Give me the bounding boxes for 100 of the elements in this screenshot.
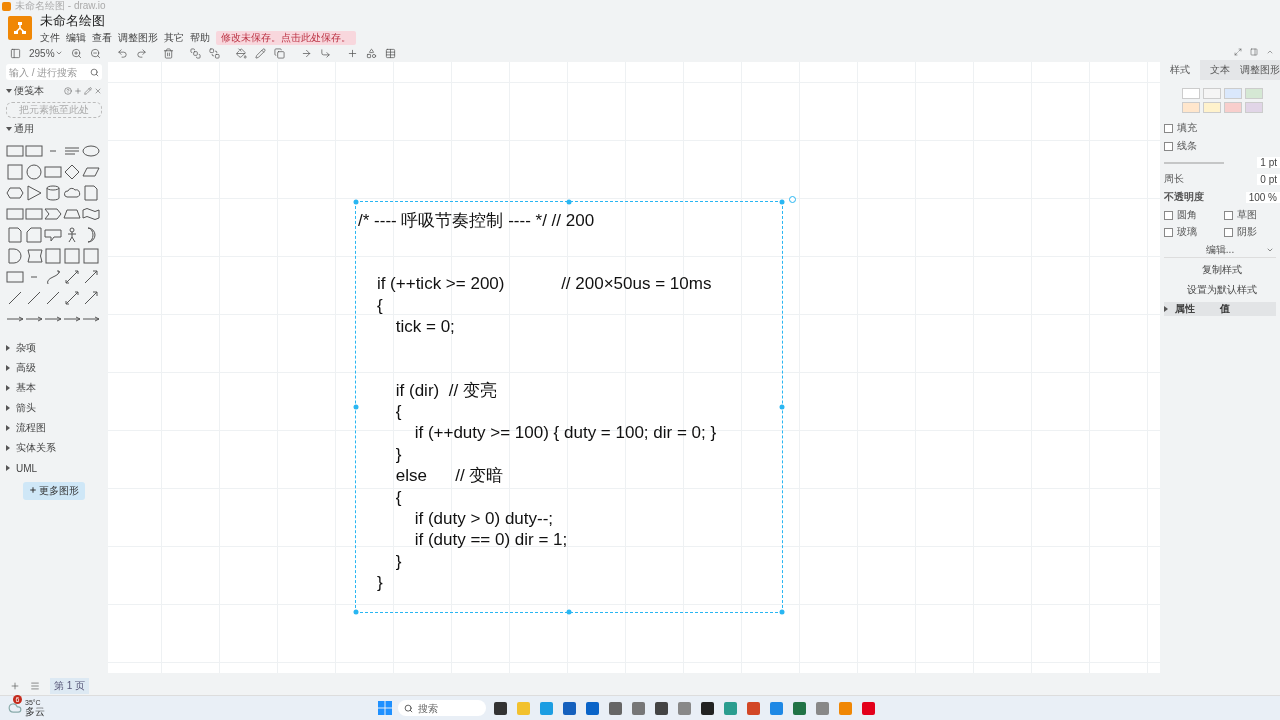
edit-icon[interactable] (84, 87, 92, 95)
table-icon[interactable] (384, 47, 396, 59)
diamond-icon[interactable] (63, 163, 81, 181)
style-swatch[interactable] (1202, 88, 1221, 99)
style-swatch[interactable] (1223, 102, 1242, 113)
resize-handle[interactable] (566, 199, 572, 205)
menu-item[interactable]: 帮助 (190, 30, 210, 45)
add-page-icon[interactable] (10, 681, 20, 691)
panel-tab[interactable]: 文本 (1200, 60, 1240, 80)
taskbar-search-field[interactable]: 搜索 (398, 700, 486, 716)
zoom-dropdown[interactable]: 295% (29, 47, 63, 59)
zoom-in-icon[interactable] (70, 47, 82, 59)
menu-item[interactable]: 编辑 (66, 30, 86, 45)
style-swatch[interactable] (1202, 102, 1221, 113)
ellipse-icon[interactable] (82, 142, 100, 160)
callout-icon[interactable] (44, 226, 62, 244)
square-icon[interactable] (6, 163, 24, 181)
section-title[interactable]: 通用 (14, 122, 34, 136)
hexagon-icon[interactable] (6, 184, 24, 202)
to-back-icon[interactable] (208, 47, 220, 59)
style-swatch[interactable] (1223, 88, 1242, 99)
shapes-icon[interactable] (365, 47, 377, 59)
fullscreen-icon[interactable] (1234, 48, 1242, 56)
fill-color-icon[interactable] (235, 47, 247, 59)
rectangle-icon[interactable] (6, 205, 24, 223)
double-arrow-icon[interactable] (63, 268, 81, 286)
curve-arrow-icon[interactable] (44, 268, 62, 286)
app-icon[interactable] (655, 701, 668, 715)
search-icon[interactable] (90, 67, 99, 77)
shadow-icon[interactable] (273, 47, 285, 59)
unsaved-notice[interactable]: 修改未保存。点击此处保存。 (216, 30, 356, 45)
checkbox[interactable] (1164, 227, 1173, 237)
menu-item[interactable]: 其它 (164, 30, 184, 45)
arrow-icon[interactable] (82, 289, 100, 307)
copy-style-button[interactable]: 复制样式 (1164, 262, 1280, 278)
style-swatch[interactable] (1181, 88, 1200, 99)
start-icon[interactable] (378, 701, 392, 715)
style-swatch[interactable] (1244, 102, 1263, 113)
page-tab[interactable]: 第 1 页 (50, 678, 90, 694)
app-icon[interactable] (701, 701, 714, 715)
menu-item[interactable]: 调整图形 (118, 30, 158, 45)
undo-icon[interactable] (116, 47, 128, 59)
checkbox[interactable] (1164, 210, 1173, 220)
delete-icon[interactable] (162, 47, 174, 59)
chevron-down-icon[interactable] (1266, 246, 1274, 254)
checkbox[interactable] (1223, 210, 1233, 220)
circle-icon[interactable] (25, 163, 43, 181)
chevron-down-icon[interactable] (54, 49, 63, 57)
shape-search-field[interactable]: 输入 / 进行搜索 (6, 64, 102, 80)
insert-icon[interactable] (346, 47, 358, 59)
category-title[interactable]: 流程图 (16, 421, 46, 435)
sidebar-toggle-icon[interactable] (10, 47, 21, 59)
document-title[interactable]: 未命名绘图 (40, 11, 356, 30)
more-shapes-button[interactable]: 更多图形 (22, 482, 86, 500)
category-title[interactable]: 箭头 (16, 401, 36, 415)
set-default-style-button[interactable]: 设置为默认样式 (1164, 282, 1280, 298)
rotate-handle[interactable] (789, 196, 796, 203)
resize-handle[interactable] (779, 404, 785, 410)
pages-menu-icon[interactable] (30, 681, 40, 691)
opacity-field[interactable]: 100 % (1245, 191, 1280, 203)
resize-handle[interactable] (566, 609, 572, 615)
connection-icon[interactable] (300, 47, 312, 59)
checkbox[interactable] (1223, 227, 1233, 237)
category-title[interactable]: 基本 (16, 381, 36, 395)
cloud-icon[interactable] (8, 701, 22, 715)
line-icon[interactable] (6, 289, 24, 307)
category-title[interactable]: 实体关系 (16, 441, 56, 455)
triangle-icon[interactable] (25, 184, 43, 202)
search-icon[interactable] (404, 704, 413, 713)
line-width-field[interactable]: 1 pt (1257, 157, 1280, 168)
rectangle-icon[interactable] (25, 205, 43, 223)
resize-handle[interactable] (779, 609, 785, 615)
style-swatch[interactable] (1181, 102, 1200, 113)
app-icon[interactable] (494, 701, 507, 715)
card-icon[interactable] (25, 226, 43, 244)
collapse-icon[interactable] (1266, 48, 1274, 56)
close-icon[interactable] (94, 87, 102, 95)
panel-tab[interactable]: 调整图形 (1240, 60, 1280, 80)
line-icon[interactable] (44, 289, 62, 307)
edit-dropdown[interactable]: 编辑... (1164, 243, 1276, 258)
category-title[interactable]: UML (16, 462, 38, 474)
perimeter-field[interactable]: 0 pt (1257, 173, 1280, 185)
help-icon[interactable] (64, 87, 72, 95)
cylinder-icon[interactable] (44, 184, 62, 202)
checkbox[interactable] (1164, 141, 1173, 151)
line-color-icon[interactable] (254, 47, 266, 59)
to-front-icon[interactable] (189, 47, 201, 59)
properties-header[interactable]: 属性 值 (1164, 302, 1276, 316)
tape-icon[interactable] (25, 247, 43, 265)
menu-item[interactable]: 文件 (40, 30, 60, 45)
redo-icon[interactable] (135, 47, 147, 59)
document-icon[interactable] (6, 226, 24, 244)
resize-handle[interactable] (779, 199, 785, 205)
wave-icon[interactable] (82, 205, 100, 223)
category-title[interactable]: 高级 (16, 361, 36, 375)
checkbox[interactable] (1164, 123, 1173, 133)
style-swatch[interactable] (1244, 88, 1263, 99)
step-icon[interactable] (44, 205, 62, 223)
rectangle-icon[interactable] (25, 142, 43, 160)
resize-handle[interactable] (353, 404, 359, 410)
